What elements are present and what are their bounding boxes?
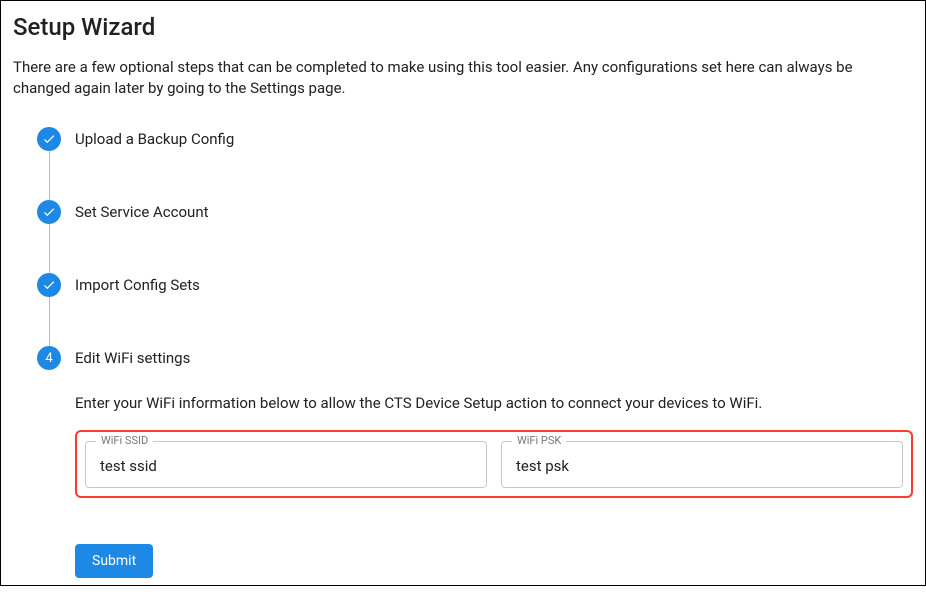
page-title: Setup Wizard — [13, 13, 913, 41]
step-number-icon: 4 — [37, 346, 61, 370]
page-description: There are a few optional steps that can … — [13, 57, 913, 99]
wifi-ssid-label: WiFi SSID — [96, 434, 153, 447]
step-label: Edit WiFi settings — [75, 346, 913, 370]
submit-button[interactable]: Submit — [75, 544, 153, 578]
wifi-ssid-field[interactable]: WiFi SSID — [85, 441, 487, 488]
step-connector — [49, 224, 50, 273]
wifi-psk-label: WiFi PSK — [512, 434, 566, 447]
step-connector — [49, 297, 50, 346]
wifi-psk-input[interactable] — [516, 457, 888, 475]
stepper: Upload a Backup Config Set Service Accou… — [37, 127, 913, 578]
step-service-account: Set Service Account — [37, 200, 913, 273]
step-label: Import Config Sets — [75, 273, 913, 297]
step-upload-backup: Upload a Backup Config — [37, 127, 913, 200]
wifi-ssid-input[interactable] — [100, 457, 472, 475]
check-icon — [37, 127, 61, 151]
step-connector — [49, 151, 50, 200]
wifi-fields-highlight: WiFi SSID WiFi PSK — [75, 430, 913, 498]
check-icon — [37, 200, 61, 224]
step-instruction: Enter your WiFi information below to all… — [75, 394, 913, 412]
step-wifi-settings: 4 Edit WiFi settings Enter your WiFi inf… — [37, 346, 913, 578]
step-label: Set Service Account — [75, 200, 913, 224]
step-import-config: Import Config Sets — [37, 273, 913, 346]
step-label: Upload a Backup Config — [75, 127, 913, 151]
wifi-psk-field[interactable]: WiFi PSK — [501, 441, 903, 488]
check-icon — [37, 273, 61, 297]
